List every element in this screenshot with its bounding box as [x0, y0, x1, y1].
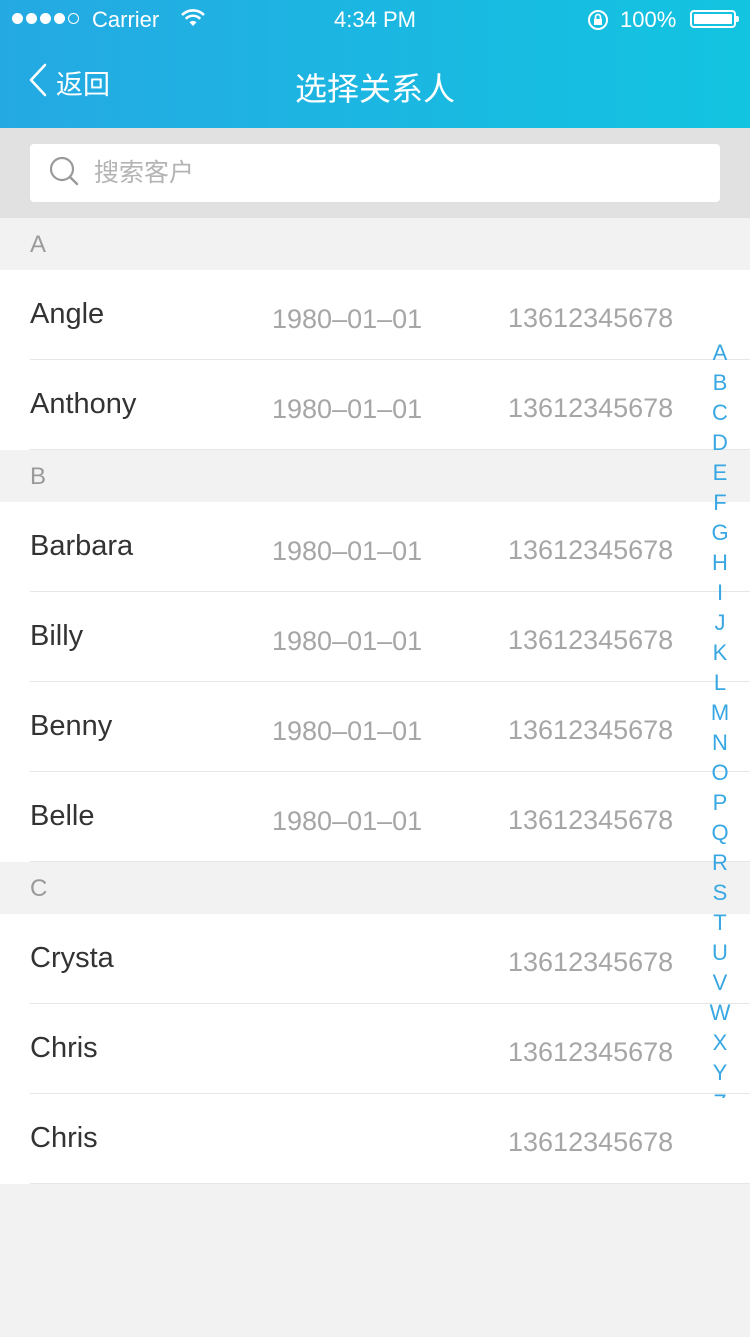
index-letter[interactable]: Q — [704, 818, 736, 848]
index-letter[interactable]: W — [704, 998, 736, 1028]
contact-phone: 13612345678 — [508, 1037, 674, 1067]
contact-phone: 13612345678 — [508, 535, 674, 565]
contact-row[interactable]: Barbara 1980–01–01 13612345678 — [0, 502, 750, 592]
index-letter[interactable]: E — [704, 458, 736, 488]
index-letter[interactable]: G — [704, 518, 736, 548]
index-letter[interactable]: B — [704, 368, 736, 398]
index-letter[interactable]: S — [704, 878, 736, 908]
index-letter[interactable]: K — [704, 638, 736, 668]
index-letter[interactable]: H — [704, 548, 736, 578]
contact-birthdate: 1980–01–01 — [272, 394, 423, 424]
index-letter[interactable]: Z — [704, 1088, 736, 1098]
index-letter[interactable]: F — [704, 488, 736, 518]
search-input[interactable] — [92, 157, 696, 189]
contact-phone: 13612345678 — [508, 303, 674, 333]
contact-name: Benny — [30, 710, 113, 742]
index-letter[interactable]: C — [704, 398, 736, 428]
index-letter[interactable]: J — [704, 608, 736, 638]
contact-name: Barbara — [30, 530, 134, 562]
index-letter[interactable]: O — [704, 758, 736, 788]
search-bar — [0, 128, 750, 218]
index-letter[interactable]: L — [704, 668, 736, 698]
contact-name: Anthony — [30, 388, 137, 420]
index-letter[interactable]: D — [704, 428, 736, 458]
app-header: Carrier 4:34 PM 100% 返回 选择关系人 — [0, 0, 750, 128]
section-header: A — [0, 218, 750, 270]
battery-icon — [690, 10, 739, 28]
contact-name: Chris — [30, 1032, 98, 1064]
contact-row[interactable]: Belle 1980–01–01 13612345678 — [0, 772, 750, 862]
section-header: B — [0, 450, 750, 502]
battery-percent: 100% — [620, 7, 677, 32]
contact-phone: 13612345678 — [508, 805, 674, 835]
contact-row[interactable]: Angle 1980–01–01 13612345678 — [0, 270, 750, 360]
contact-phone: 13612345678 — [508, 393, 674, 423]
status-bar: Carrier 4:34 PM 100% — [0, 0, 750, 40]
contact-row[interactable]: Chris 13612345678 — [0, 1004, 750, 1094]
contact-phone: 13612345678 — [508, 625, 674, 655]
index-letter[interactable]: I — [704, 578, 736, 608]
index-letter[interactable]: V — [704, 968, 736, 998]
contact-list: A Angle 1980–01–01 13612345678 Anthony 1980–0… — [0, 218, 750, 1184]
alphabet-index[interactable]: ABCDEFGHIJKLMNOPQRSTUVWXYZ# — [704, 338, 736, 1098]
row-divider — [30, 1183, 750, 1184]
search-icon — [30, 155, 80, 192]
index-letter[interactable]: R — [704, 848, 736, 878]
contact-name: Chris — [30, 1122, 98, 1154]
index-letter[interactable]: T — [704, 908, 736, 938]
index-letter[interactable]: U — [704, 938, 736, 968]
row-divider — [30, 449, 750, 450]
index-letter[interactable]: P — [704, 788, 736, 818]
rotation-lock-icon — [586, 8, 610, 38]
index-letter[interactable]: N — [704, 728, 736, 758]
contact-phone: 13612345678 — [508, 1127, 674, 1157]
section-header: C — [0, 862, 750, 914]
contact-phone: 13612345678 — [508, 715, 674, 745]
contact-row[interactable]: Benny 1980–01–01 13612345678 — [0, 682, 750, 772]
contact-name: Angle — [30, 298, 105, 330]
search-box[interactable] — [30, 144, 720, 202]
contact-row[interactable]: Chris 13612345678 — [0, 1094, 750, 1184]
index-letter[interactable]: A — [704, 338, 736, 368]
index-letter[interactable]: M — [704, 698, 736, 728]
row-divider — [30, 861, 750, 862]
contact-row[interactable]: Crysta 13612345678 — [0, 914, 750, 1004]
contact-birthdate: 1980–01–01 — [272, 536, 423, 566]
contact-name: Crysta — [30, 942, 114, 974]
page-title: 选择关系人 — [294, 71, 455, 107]
contact-phone: 13612345678 — [508, 947, 674, 977]
contact-row[interactable]: Anthony 1980–01–01 13612345678 — [0, 360, 750, 450]
contact-row[interactable]: Billy 1980–01–01 13612345678 — [0, 592, 750, 682]
contact-birthdate: 1980–01–01 — [272, 716, 423, 746]
index-letter[interactable]: X — [704, 1028, 736, 1058]
contact-birthdate: 1980–01–01 — [272, 304, 423, 334]
contact-birthdate: 1980–01–01 — [272, 806, 423, 836]
contact-birthdate: 1980–01–01 — [272, 626, 423, 656]
contact-name: Billy — [30, 620, 84, 652]
contact-name: Belle — [30, 800, 95, 832]
index-letter[interactable]: Y — [704, 1058, 736, 1088]
